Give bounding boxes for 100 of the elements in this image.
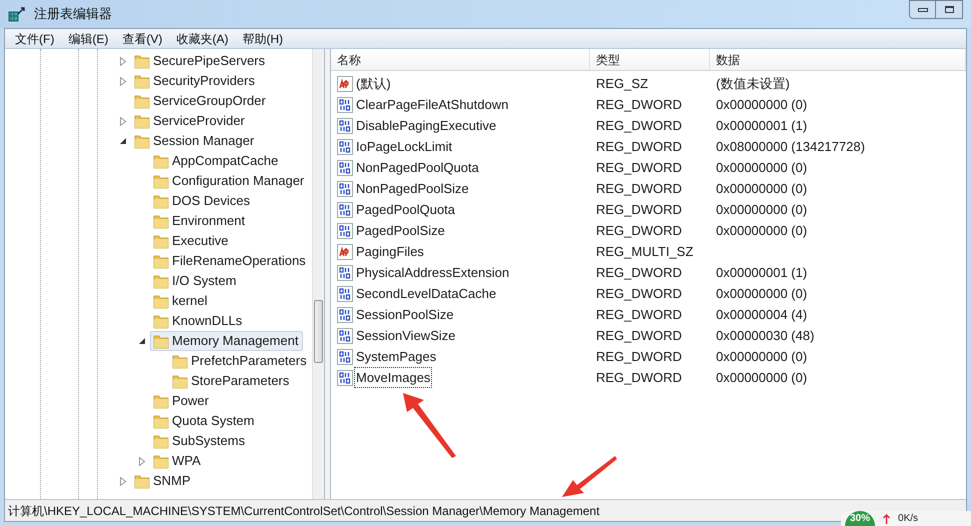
string-value-icon bbox=[337, 244, 353, 260]
value-type: REG_DWORD bbox=[596, 370, 682, 385]
folder-icon bbox=[153, 314, 169, 328]
tree-item[interactable]: I/O System bbox=[150, 271, 242, 291]
value-type: REG_DWORD bbox=[596, 96, 682, 112]
folder-icon bbox=[153, 414, 169, 428]
column-header[interactable]: 类型 bbox=[590, 49, 710, 70]
folder-icon bbox=[134, 114, 150, 128]
collapsed-arrow-icon[interactable] bbox=[119, 76, 127, 86]
value-name[interactable]: SecondLevelDataCache bbox=[355, 284, 498, 304]
tree-item[interactable]: Executive bbox=[150, 231, 234, 251]
value-type: REG_SZ bbox=[596, 76, 648, 91]
value-type: REG_MULTI_SZ bbox=[596, 244, 694, 259]
expanded-arrow-icon[interactable] bbox=[119, 136, 127, 146]
binary-value-icon bbox=[337, 348, 353, 364]
value-type: REG_DWORD bbox=[596, 222, 682, 238]
folder-icon bbox=[134, 134, 150, 148]
binary-value-icon bbox=[337, 328, 353, 344]
tree-item[interactable]: SNMP bbox=[131, 471, 196, 491]
folder-icon bbox=[153, 294, 169, 308]
binary-value-icon bbox=[337, 370, 353, 386]
tree-item[interactable]: PrefetchParameters bbox=[169, 351, 312, 371]
tree-item[interactable]: ServiceGroupOrder bbox=[131, 91, 271, 111]
value-name[interactable]: (默认) bbox=[355, 74, 392, 94]
folder-icon bbox=[153, 214, 169, 228]
value-data: 0x00000001 (1) bbox=[716, 118, 808, 133]
tree-item[interactable]: SubSystems bbox=[150, 431, 250, 451]
value-type: REG_DWORD bbox=[596, 286, 682, 301]
menu-item[interactable]: 编辑(E) bbox=[62, 30, 114, 48]
collapsed-arrow-icon[interactable] bbox=[138, 456, 146, 466]
expanded-arrow-icon[interactable] bbox=[138, 336, 146, 346]
minimize-button[interactable] bbox=[909, 0, 936, 19]
annotation-arrow bbox=[403, 393, 456, 458]
column-header[interactable]: 数据 bbox=[710, 49, 966, 70]
value-data: 0x00000000 (0) bbox=[716, 286, 808, 301]
column-header[interactable]: 名称 bbox=[331, 49, 590, 70]
scrollbar-thumb[interactable] bbox=[314, 300, 323, 363]
usage-percent: 30% bbox=[845, 511, 876, 526]
value-type: REG_DWORD bbox=[596, 328, 682, 343]
menu-item[interactable]: 帮助(H) bbox=[236, 30, 289, 48]
collapsed-arrow-icon[interactable] bbox=[119, 56, 127, 66]
value-name[interactable]: PagedPoolSize bbox=[355, 220, 446, 240]
tree-item[interactable]: StoreParameters bbox=[169, 371, 294, 391]
folder-icon bbox=[134, 474, 150, 488]
tree-item[interactable]: kernel bbox=[150, 291, 212, 311]
tree-item[interactable]: Environment bbox=[150, 211, 250, 231]
menu-item[interactable]: 收藏夹(A) bbox=[170, 30, 234, 48]
value-data: 0x00000001 (1) bbox=[716, 264, 808, 280]
folder-icon bbox=[134, 54, 150, 68]
collapsed-arrow-icon[interactable] bbox=[119, 116, 127, 126]
tree-item[interactable]: Session Manager bbox=[131, 131, 260, 151]
folder-icon bbox=[153, 434, 169, 448]
binary-value-icon bbox=[337, 160, 353, 176]
maximize-button[interactable] bbox=[936, 0, 963, 19]
value-data: 0x00000000 (0) bbox=[716, 180, 808, 196]
value-name[interactable]: PagingFiles bbox=[355, 242, 425, 262]
upload-arrow-icon bbox=[883, 514, 890, 524]
collapsed-arrow-icon[interactable] bbox=[119, 476, 127, 486]
folder-icon bbox=[172, 354, 188, 368]
value-name[interactable]: ClearPageFileAtShutdown bbox=[355, 94, 510, 114]
tree-item[interactable]: ServiceProvider bbox=[131, 111, 250, 131]
value-name[interactable]: IoPageLockLimit bbox=[355, 136, 454, 156]
value-data: (数值未设置) bbox=[716, 76, 790, 91]
menu-item[interactable]: 查看(V) bbox=[116, 30, 168, 48]
tree-item[interactable]: KnownDLLs bbox=[150, 311, 248, 331]
tree-item[interactable]: WPA bbox=[150, 451, 206, 471]
scrollbar[interactable] bbox=[312, 49, 324, 499]
value-name[interactable]: PhysicalAddressExtension bbox=[355, 262, 510, 282]
tree-item[interactable]: SecurePipeServers bbox=[131, 51, 270, 71]
tree-item[interactable]: Memory Management bbox=[150, 331, 304, 351]
value-data: 0x00000000 (0) bbox=[716, 370, 808, 385]
value-name[interactable]: DisablePagingExecutive bbox=[355, 116, 498, 136]
tree-item[interactable]: AppCompatCache bbox=[150, 151, 284, 171]
value-name[interactable]: NonPagedPoolQuota bbox=[355, 158, 480, 178]
tree-item[interactable]: Configuration Manager bbox=[150, 171, 310, 191]
tree-item[interactable]: Quota System bbox=[150, 411, 260, 431]
binary-value-icon bbox=[337, 306, 353, 322]
tree-item[interactable]: FileRenameOperations bbox=[150, 251, 311, 271]
binary-value-icon bbox=[337, 96, 353, 112]
tree-item[interactable]: SecurityProviders bbox=[131, 71, 260, 91]
tree-item[interactable]: DOS Devices bbox=[150, 191, 256, 211]
menu-item[interactable]: 文件(F) bbox=[9, 30, 60, 48]
value-name[interactable]: SessionViewSize bbox=[355, 326, 456, 346]
value-type: REG_DWORD bbox=[596, 160, 682, 175]
folder-icon bbox=[153, 194, 169, 208]
folder-icon bbox=[172, 374, 188, 388]
folder-icon bbox=[153, 174, 169, 188]
folder-icon bbox=[153, 154, 169, 168]
registry-app-icon bbox=[8, 6, 26, 22]
value-name[interactable]: NonPagedPoolSize bbox=[355, 178, 470, 198]
value-name[interactable]: MoveImages bbox=[355, 368, 432, 388]
binary-value-icon bbox=[337, 118, 353, 134]
value-type: REG_DWORD bbox=[596, 180, 682, 196]
value-data: 0x00000030 (48) bbox=[716, 328, 814, 343]
value-name[interactable]: PagedPoolQuota bbox=[355, 200, 456, 220]
folder-icon bbox=[153, 334, 169, 348]
tree-item[interactable]: Power bbox=[150, 391, 214, 411]
value-name[interactable]: SessionPoolSize bbox=[355, 304, 455, 324]
value-name[interactable]: SystemPages bbox=[355, 346, 438, 366]
folder-icon bbox=[153, 274, 169, 288]
